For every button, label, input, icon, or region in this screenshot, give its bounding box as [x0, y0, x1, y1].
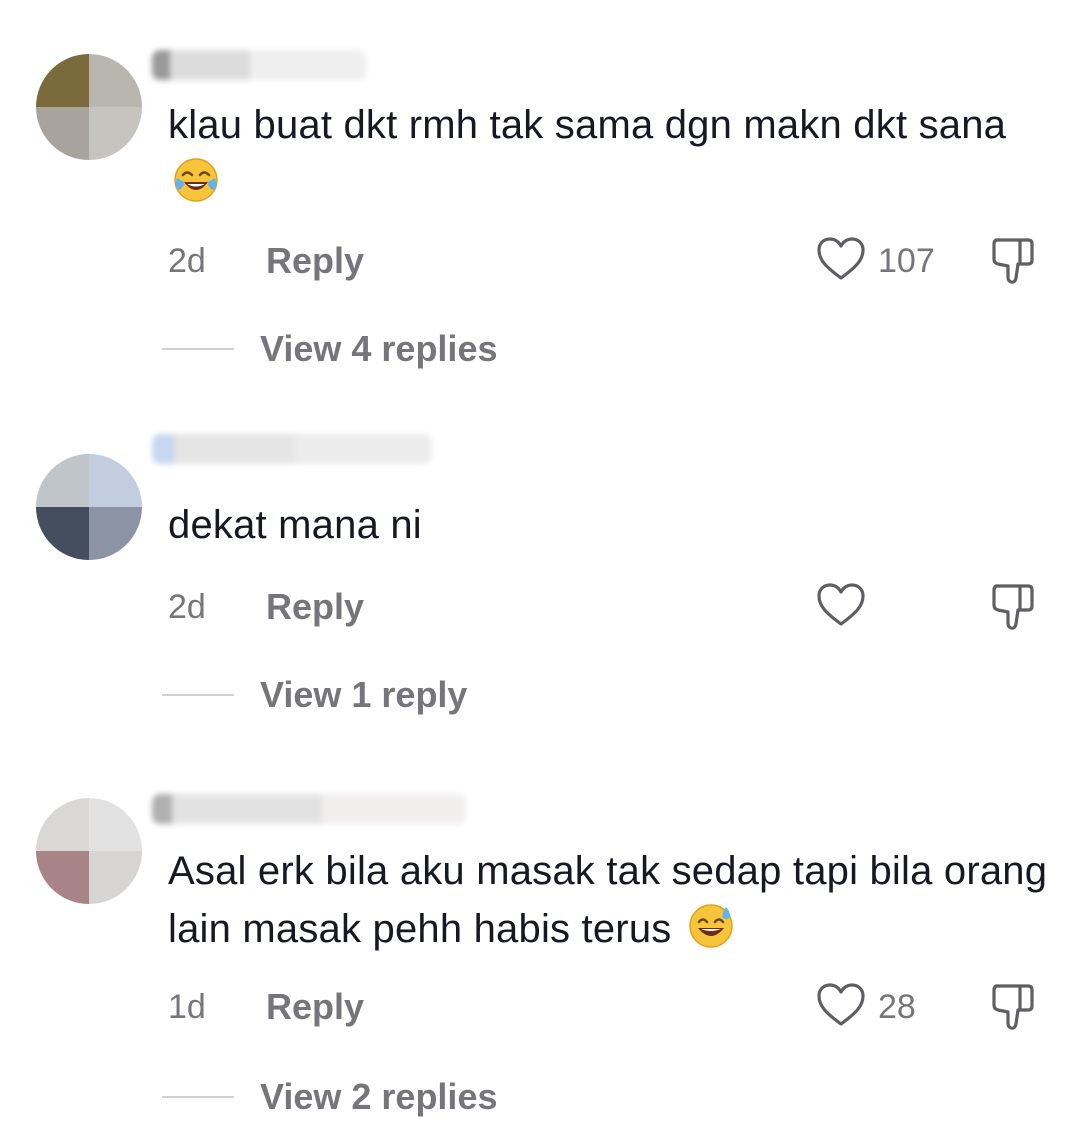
comment-meta: 1d Reply 28 [168, 982, 1048, 1032]
thumbs-down-outline-icon[interactable] [990, 982, 1038, 1032]
replies-divider-line [162, 1096, 234, 1098]
reply-button[interactable]: Reply [266, 240, 364, 282]
comment-age: 2d [168, 588, 206, 626]
replies-divider-line [162, 348, 234, 350]
comment-text: dekat mana ni [168, 496, 1048, 554]
comment-meta: 2d Reply [168, 582, 1048, 632]
reply-button[interactable]: Reply [266, 986, 364, 1028]
comment-meta: 2d Reply 107 [168, 236, 1048, 286]
comment-text: klau buat dkt rmh tak sama dgn makn dkt … [168, 96, 1048, 212]
username-redacted[interactable] [152, 794, 466, 824]
view-replies-button[interactable]: View 2 replies [162, 1072, 582, 1122]
reply-button[interactable]: Reply [266, 586, 364, 628]
heart-outline-icon[interactable] [816, 236, 866, 282]
face-with-tears-of-joy-icon [174, 158, 218, 202]
view-replies-label: View 4 replies [260, 328, 498, 369]
comment-body: dekat mana ni [168, 503, 422, 547]
comment-item: klau buat dkt rmh tak sama dgn makn dkt … [0, 0, 1080, 400]
thumbs-down-outline-icon[interactable] [990, 582, 1038, 632]
comment-item: Asal erk bila aku masak tak sedap tapi b… [0, 760, 1080, 1148]
avatar[interactable] [36, 54, 142, 160]
thumbs-down-outline-icon[interactable] [990, 236, 1038, 286]
like-count: 28 [878, 988, 916, 1026]
avatar[interactable] [36, 454, 142, 560]
comment-body: klau buat dkt rmh tak sama dgn makn dkt … [168, 103, 1007, 147]
comment-body: Asal erk bila aku masak tak sedap tapi b… [168, 849, 1048, 951]
like-count: 107 [878, 242, 935, 280]
username-redacted[interactable] [152, 434, 432, 464]
username-redacted[interactable] [152, 50, 366, 80]
view-replies-button[interactable]: View 1 reply [162, 670, 582, 720]
view-replies-label: View 2 replies [260, 1076, 498, 1117]
comment-text: Asal erk bila aku masak tak sedap tapi b… [168, 842, 1048, 958]
grinning-face-with-sweat-icon [689, 904, 733, 948]
view-replies-label: View 1 reply [260, 674, 468, 715]
replies-divider-line [162, 694, 234, 696]
avatar[interactable] [36, 798, 142, 904]
view-replies-button[interactable]: View 4 replies [162, 324, 582, 374]
comment-age: 2d [168, 242, 206, 280]
heart-outline-icon[interactable] [816, 982, 866, 1028]
comment-item: dekat mana ni 2d Reply View 1 reply [0, 400, 1080, 760]
comment-age: 1d [168, 988, 206, 1026]
heart-outline-icon[interactable] [816, 582, 866, 628]
